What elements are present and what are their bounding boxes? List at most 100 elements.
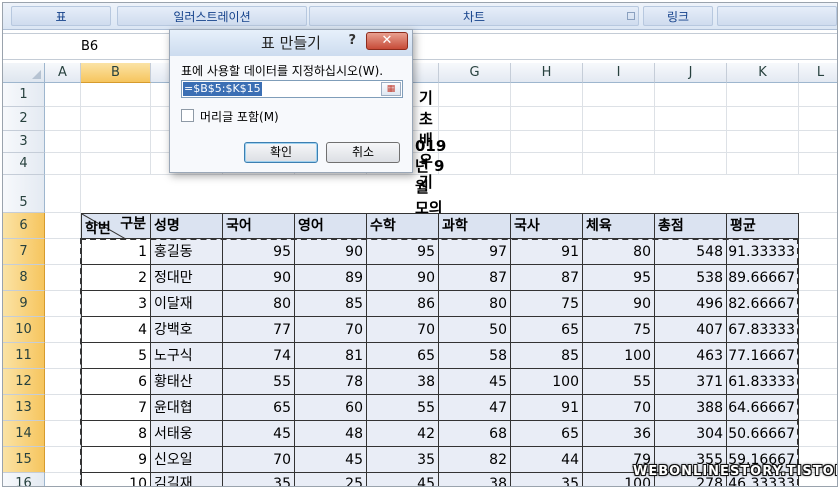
table-cell[interactable]: 538: [655, 265, 727, 291]
column-header-a[interactable]: A: [45, 63, 81, 83]
table-cell[interactable]: 65: [511, 317, 583, 343]
cell[interactable]: [727, 107, 799, 131]
table-cell[interactable]: 6: [81, 369, 151, 395]
row-header-8[interactable]: 8: [3, 265, 45, 291]
table-cell[interactable]: 노구식: [151, 343, 223, 369]
cell[interactable]: [45, 265, 81, 291]
table-header-cell[interactable]: 총점: [655, 213, 727, 239]
header-checkbox[interactable]: [181, 109, 194, 122]
table-cell[interactable]: 82.66667: [727, 291, 799, 317]
table-cell[interactable]: 45: [439, 369, 511, 395]
table-header-cell[interactable]: 국사: [511, 213, 583, 239]
cell[interactable]: [511, 153, 583, 175]
table-cell[interactable]: 강백호: [151, 317, 223, 343]
table-cell[interactable]: 35: [367, 447, 439, 473]
table-cell[interactable]: 89: [295, 265, 367, 291]
header-checkbox-label[interactable]: 머리글 포함(M): [200, 108, 279, 125]
table-cell[interactable]: 48: [295, 421, 367, 447]
table-cell[interactable]: 77: [223, 317, 295, 343]
cell[interactable]: [45, 421, 81, 447]
cell[interactable]: [439, 131, 511, 153]
table-cell[interactable]: 548: [655, 239, 727, 265]
cell[interactable]: [45, 395, 81, 421]
table-cell[interactable]: 38: [367, 369, 439, 395]
table-cell[interactable]: 87: [439, 265, 511, 291]
cell[interactable]: [45, 175, 81, 213]
table-cell[interactable]: 95: [223, 239, 295, 265]
table-cell[interactable]: 1: [81, 239, 151, 265]
cell[interactable]: [799, 291, 837, 317]
table-cell[interactable]: 45: [367, 473, 439, 486]
table-cell[interactable]: 86: [367, 291, 439, 317]
table-cell[interactable]: 58: [439, 343, 511, 369]
table-cell[interactable]: 9: [81, 447, 151, 473]
cell[interactable]: [439, 83, 511, 107]
cell[interactable]: [799, 265, 837, 291]
table-cell[interactable]: 윤대협: [151, 395, 223, 421]
cell[interactable]: [81, 107, 151, 131]
column-header-k[interactable]: K: [727, 63, 799, 83]
table-cell[interactable]: 89.66667: [727, 265, 799, 291]
cell[interactable]: [45, 369, 81, 395]
ribbon-group-illustration[interactable]: 일러스트레이션: [117, 6, 307, 26]
table-cell[interactable]: 463: [655, 343, 727, 369]
cell[interactable]: [81, 131, 151, 153]
table-cell[interactable]: 100: [511, 369, 583, 395]
table-cell[interactable]: 50: [439, 317, 511, 343]
row-header-3[interactable]: 3: [3, 131, 45, 153]
cell[interactable]: [799, 369, 837, 395]
cell[interactable]: [727, 83, 799, 107]
ribbon-group-chart[interactable]: 차트: [309, 6, 639, 26]
table-cell[interactable]: 91: [511, 239, 583, 265]
column-header-g[interactable]: G: [439, 63, 511, 83]
table-cell[interactable]: 김길재: [151, 473, 223, 486]
cell[interactable]: [45, 291, 81, 317]
cell[interactable]: [655, 107, 727, 131]
table-header-cell[interactable]: 성명: [151, 213, 223, 239]
table-cell[interactable]: 74: [223, 343, 295, 369]
table-cell[interactable]: 60: [295, 395, 367, 421]
table-cell[interactable]: 70: [367, 317, 439, 343]
column-header-h[interactable]: H: [511, 63, 583, 83]
cell[interactable]: [45, 317, 81, 343]
column-header-b[interactable]: B: [81, 63, 151, 83]
row-header-2[interactable]: 2: [3, 107, 45, 131]
row-header-10[interactable]: 10: [3, 317, 45, 343]
table-cell[interactable]: 85: [295, 291, 367, 317]
cell[interactable]: [727, 153, 799, 175]
table-cell[interactable]: 80: [583, 239, 655, 265]
table-cell[interactable]: 371: [655, 369, 727, 395]
row-header-15[interactable]: 15: [3, 447, 45, 473]
cell[interactable]: [799, 175, 837, 213]
cell[interactable]: [583, 153, 655, 175]
row-header-13[interactable]: 13: [3, 395, 45, 421]
ribbon-group-table[interactable]: 표: [11, 6, 111, 26]
table-cell[interactable]: 이달재: [151, 291, 223, 317]
cell[interactable]: [799, 317, 837, 343]
table-cell[interactable]: 304: [655, 421, 727, 447]
row-header-9[interactable]: 9: [3, 291, 45, 317]
table-cell[interactable]: 91: [511, 395, 583, 421]
cell[interactable]: [799, 343, 837, 369]
table-header-cell[interactable]: 과학: [439, 213, 511, 239]
table-cell[interactable]: 70: [583, 395, 655, 421]
table-header-cell[interactable]: 영어: [295, 213, 367, 239]
table-cell[interactable]: 100: [583, 343, 655, 369]
cell[interactable]: [45, 153, 81, 175]
table-cell[interactable]: 8: [81, 421, 151, 447]
cell[interactable]: [655, 153, 727, 175]
range-input[interactable]: =$B$5:$K$15 ▦: [181, 80, 403, 98]
cell[interactable]: [511, 107, 583, 131]
cell[interactable]: [45, 343, 81, 369]
table-cell[interactable]: 황태산: [151, 369, 223, 395]
table-cell[interactable]: 2: [81, 265, 151, 291]
table-cell[interactable]: 7: [81, 395, 151, 421]
table-cell[interactable]: 80: [223, 291, 295, 317]
cell[interactable]: [511, 131, 583, 153]
cell[interactable]: [81, 83, 151, 107]
table-cell[interactable]: 44: [511, 447, 583, 473]
cancel-button[interactable]: 취소: [326, 142, 400, 163]
row-header-4[interactable]: 4: [3, 153, 45, 175]
row-header-11[interactable]: 11: [3, 343, 45, 369]
help-icon[interactable]: ?: [348, 33, 356, 48]
